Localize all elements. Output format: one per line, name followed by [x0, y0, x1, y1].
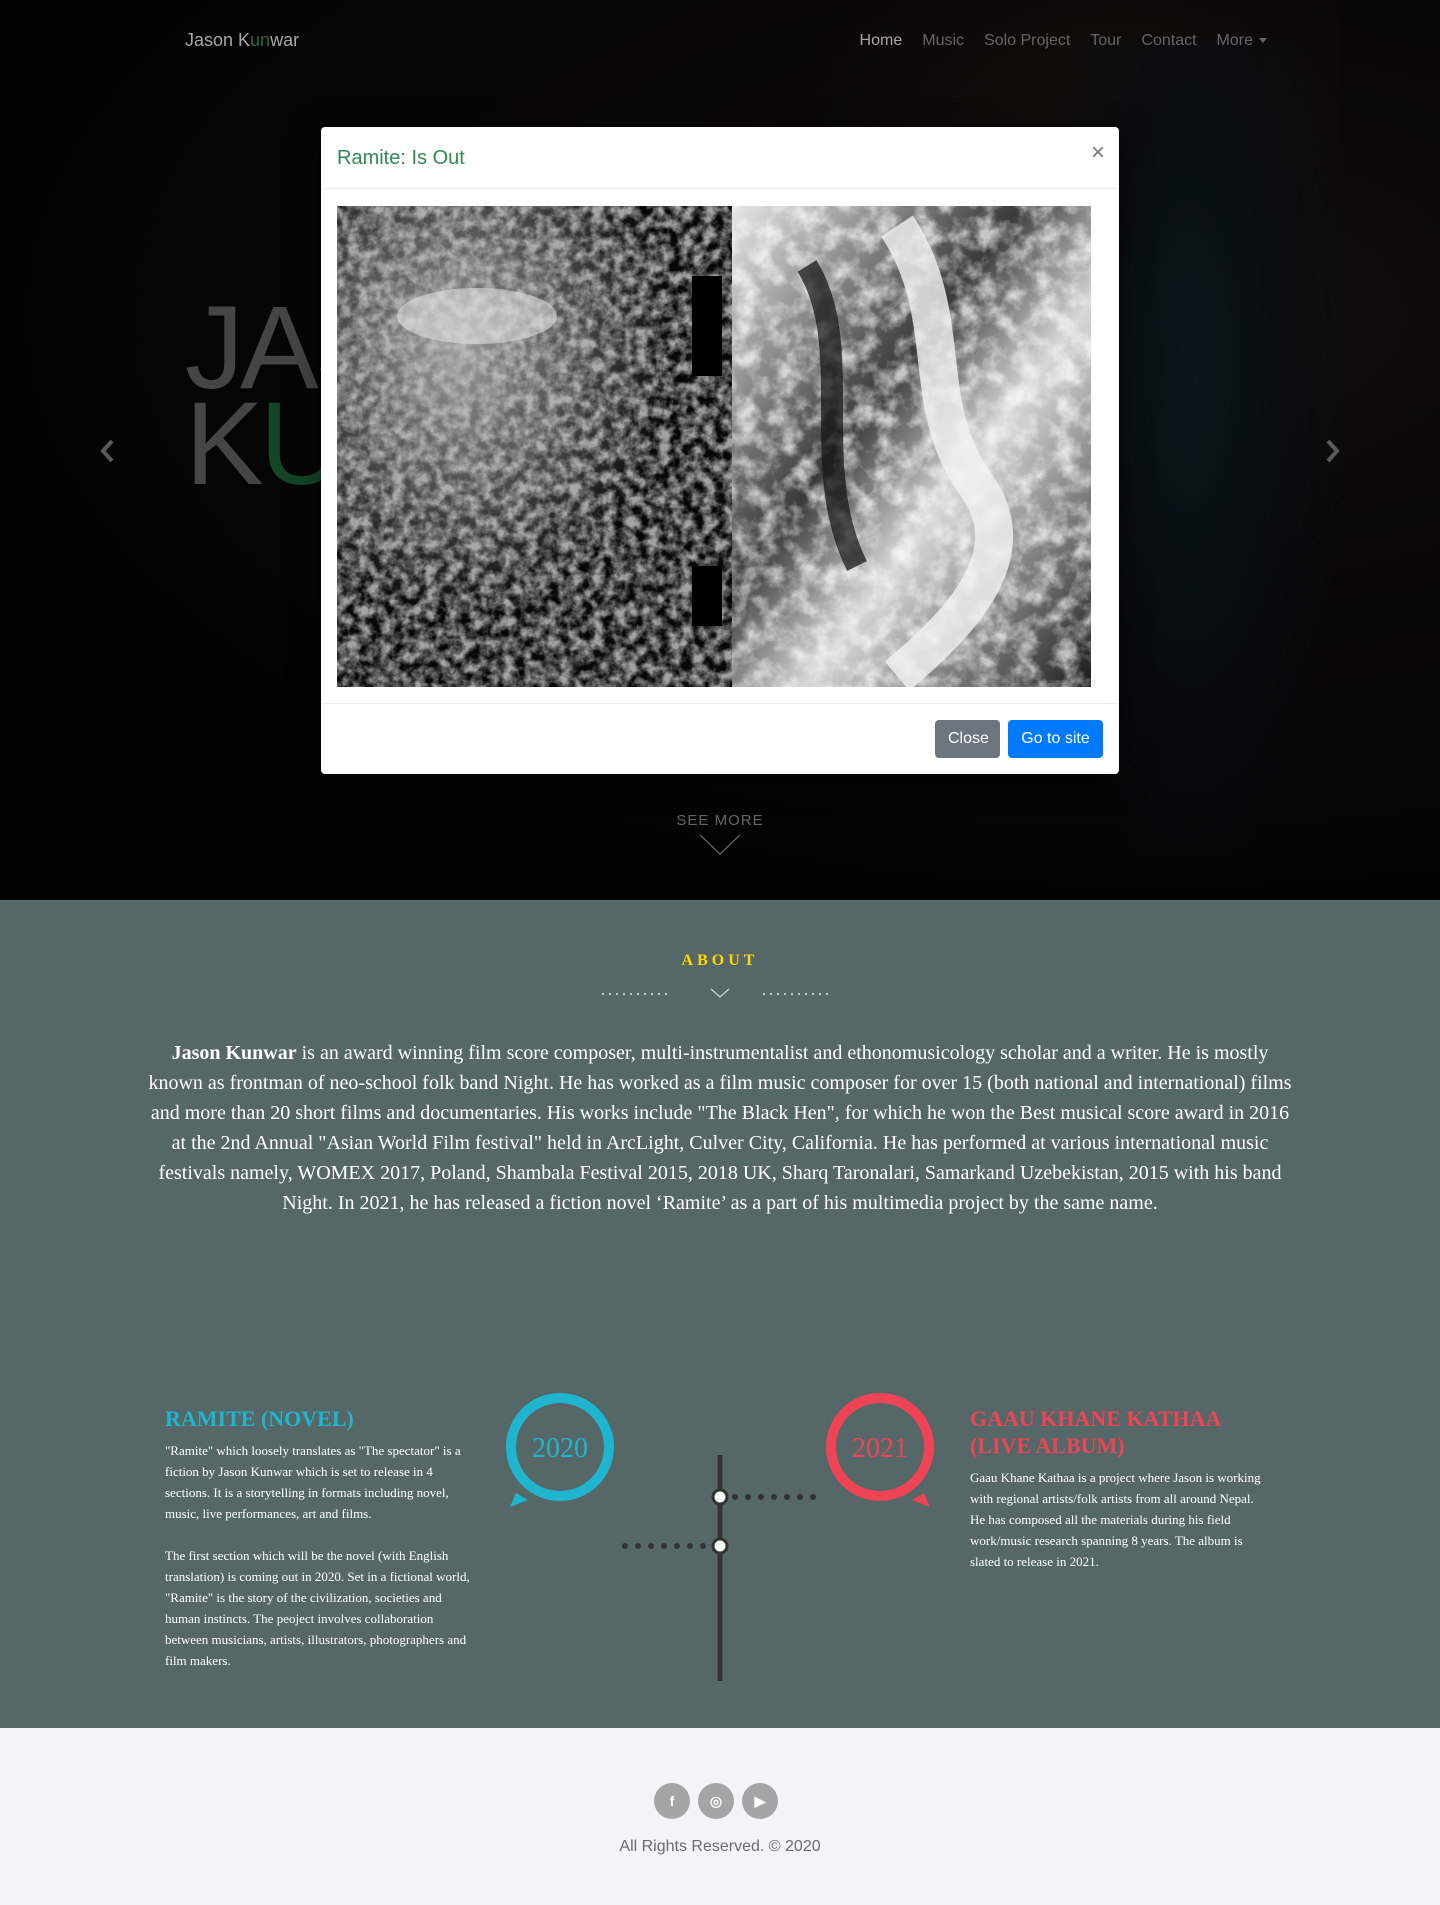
timeline-node — [711, 1488, 729, 1506]
about-body: is an award winning film score composer,… — [148, 1042, 1292, 1214]
book-cover-image — [337, 206, 1091, 691]
timeline-connector-right — [732, 1494, 816, 1500]
year-label: 2020 — [532, 1433, 588, 1464]
timeline-connector-left — [622, 1543, 706, 1549]
timeline-text: Gaau Khane Kathaa is a project where Jas… — [970, 1470, 1261, 1569]
close-icon[interactable]: × — [1091, 141, 1105, 165]
go-to-site-button[interactable]: Go to site — [1008, 720, 1103, 758]
timeline-item-gaau-khane-kathaa: GAAU KHANE KATHAA (LIVE ALBUM) Gaau Khan… — [970, 1405, 1270, 1572]
about-divider — [602, 988, 828, 998]
instagram-icon[interactable]: ◎ — [698, 1783, 734, 1819]
announcement-modal: Ramite: Is Out × Close Go to site — [321, 127, 1119, 774]
modal-body — [337, 206, 1091, 691]
timeline-text: The first section which will be the nove… — [165, 1548, 470, 1668]
timeline-title: GAAU KHANE KATHAA (LIVE ALBUM) — [970, 1406, 1221, 1458]
footer: f ◎ ▶ All Rights Reserved. © 2020 — [0, 1728, 1440, 1905]
about-name: Jason Kunwar — [171, 1042, 297, 1064]
chevron-down-icon — [710, 988, 730, 998]
facebook-icon[interactable]: f — [654, 1783, 690, 1819]
close-button[interactable]: Close — [935, 720, 1000, 758]
timeline-node — [711, 1537, 729, 1555]
timeline-title: RAMITE (NOVEL) — [165, 1406, 354, 1431]
year-badge-2020: 2020 — [506, 1393, 614, 1507]
modal-footer: Close Go to site — [321, 703, 1119, 774]
year-badge-2021: 2021 — [826, 1393, 934, 1507]
copyright-text: All Rights Reserved. © 2020 — [619, 1838, 821, 1855]
modal-title: Ramite: Is Out — [337, 147, 465, 169]
timeline-graphic: 2020 2021 — [506, 1393, 934, 1681]
year-label: 2021 — [852, 1433, 908, 1464]
social-links: f ◎ ▶ — [654, 1783, 778, 1819]
timeline-text: "Ramite" which loosely translates as "Th… — [165, 1443, 461, 1521]
youtube-icon[interactable]: ▶ — [742, 1783, 778, 1819]
about-paragraph: Jason Kunwar is an award winning film sc… — [146, 1038, 1294, 1218]
modal-header: Ramite: Is Out × — [321, 127, 1119, 189]
timeline-item-ramite: RAMITE (NOVEL) "Ramite" which loosely tr… — [165, 1405, 470, 1671]
about-heading: ABOUT — [681, 952, 759, 969]
